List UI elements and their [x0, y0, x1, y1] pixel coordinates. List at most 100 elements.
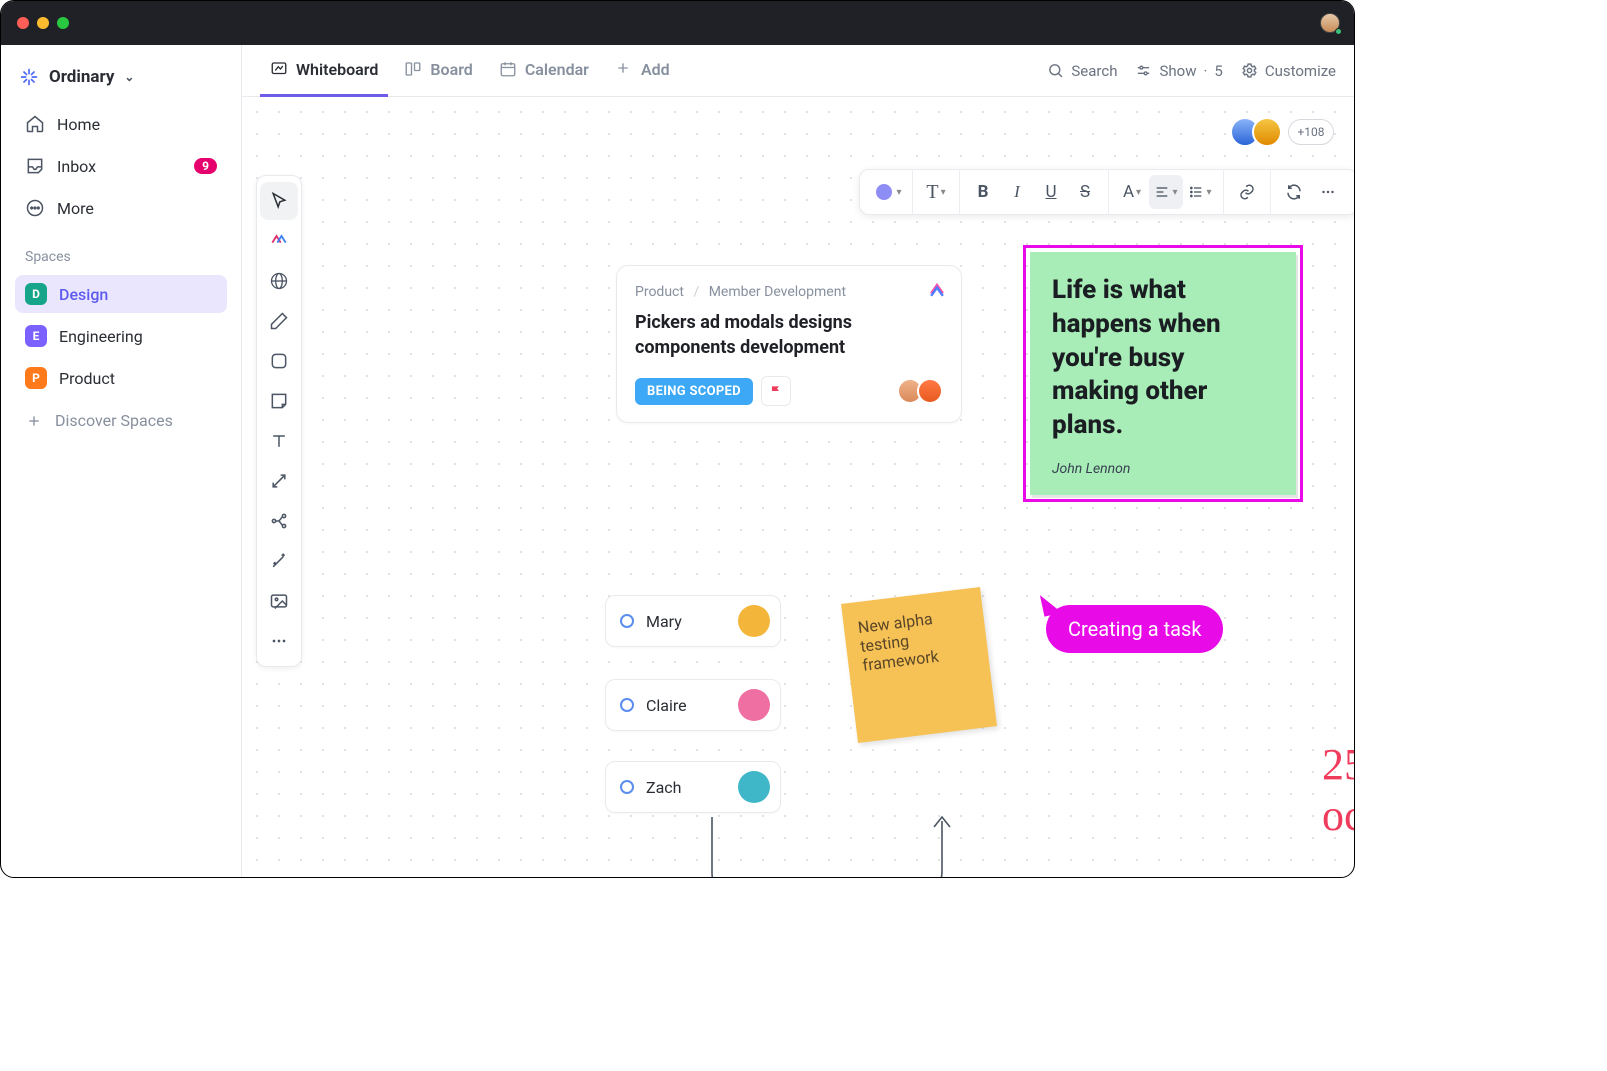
discover-spaces[interactable]: Discover Spaces — [15, 401, 227, 440]
tool-ai[interactable] — [260, 222, 298, 260]
tool-image[interactable] — [260, 582, 298, 620]
person-avatar — [738, 689, 770, 721]
format-sync[interactable] — [1277, 175, 1311, 209]
space-label: Design — [59, 285, 108, 304]
customize-button[interactable]: Customize — [1241, 62, 1336, 80]
person-card[interactable]: Mary — [605, 595, 781, 647]
task-assignees[interactable] — [903, 378, 943, 404]
tool-text[interactable] — [260, 422, 298, 460]
plus-icon — [615, 60, 633, 78]
radio-icon[interactable] — [620, 614, 634, 628]
gear-icon — [1241, 62, 1258, 79]
chevron-down-icon: ▾ — [1206, 187, 1211, 198]
format-color[interactable]: ▾ — [872, 175, 906, 209]
maximize-window-icon[interactable] — [57, 17, 69, 29]
search-icon — [1047, 62, 1064, 79]
whiteboard-icon — [270, 60, 288, 78]
format-toolbar: ▾ T▾ B I U S A▾ ▾ ▾ — [859, 169, 1354, 215]
tab-label: Add — [641, 60, 670, 79]
format-more[interactable] — [1311, 175, 1345, 209]
tool-connector[interactable] — [260, 462, 298, 500]
tool-select[interactable] — [260, 182, 298, 220]
format-text-style[interactable]: T▾ — [919, 175, 953, 209]
minimize-window-icon[interactable] — [37, 17, 49, 29]
nav-home[interactable]: Home — [15, 105, 227, 143]
format-underline[interactable]: U — [1034, 175, 1068, 209]
format-text-color[interactable]: A▾ — [1115, 175, 1149, 209]
tool-magic[interactable] — [260, 542, 298, 580]
person-card[interactable]: Claire — [605, 679, 781, 731]
tool-more[interactable] — [260, 622, 298, 660]
task-flag-button[interactable] — [761, 376, 791, 406]
presence-stack[interactable]: +108 — [1238, 117, 1334, 147]
quote-sticky[interactable]: Life is what happens when you're busy ma… — [1023, 245, 1303, 502]
plus-icon — [25, 412, 43, 430]
tool-shape[interactable] — [260, 342, 298, 380]
person-name: Claire — [646, 696, 726, 715]
breadcrumb-item[interactable]: Product — [635, 284, 684, 300]
show-label: Show — [1159, 62, 1196, 80]
nav-inbox-label: Inbox — [57, 157, 96, 176]
calendar-icon — [499, 60, 517, 78]
clickup-logo-icon — [927, 280, 947, 300]
format-italic[interactable]: I — [1000, 175, 1034, 209]
traffic-lights — [17, 17, 69, 29]
color-dot-icon — [876, 184, 892, 200]
quote-text: Life is what happens when you're busy ma… — [1052, 274, 1274, 443]
workspace-switcher[interactable]: Ordinary ⌄ — [15, 63, 227, 101]
whiteboard-canvas[interactable]: +108 — [242, 97, 1354, 877]
tool-pen[interactable] — [260, 302, 298, 340]
task-card[interactable]: Product / Member Development Pickers ad … — [616, 265, 962, 423]
person-card[interactable]: Zach — [605, 761, 781, 813]
tool-sticky[interactable] — [260, 382, 298, 420]
show-sep: · — [1203, 62, 1207, 80]
discover-label: Discover Spaces — [55, 411, 173, 430]
task-status-pill[interactable]: BEING SCOPED — [635, 378, 753, 405]
space-product[interactable]: P Product — [15, 359, 227, 397]
customize-label: Customize — [1265, 62, 1336, 80]
person-avatar — [738, 605, 770, 637]
person-name: Mary — [646, 612, 726, 631]
nav-home-label: Home — [57, 115, 100, 134]
space-badge-icon: D — [25, 283, 47, 305]
format-align[interactable]: ▾ — [1149, 175, 1183, 209]
tab-label: Board — [430, 60, 472, 79]
tool-web[interactable] — [260, 262, 298, 300]
format-strike[interactable]: S — [1068, 175, 1102, 209]
tab-whiteboard[interactable]: Whiteboard — [260, 45, 388, 97]
hand-drawn-date: 25 oct — [1322, 739, 1354, 841]
space-design[interactable]: D Design — [15, 275, 227, 313]
assignee-avatar[interactable] — [917, 378, 943, 404]
tab-calendar[interactable]: Calendar — [489, 45, 599, 97]
space-badge-icon: E — [25, 325, 47, 347]
breadcrumb-item[interactable]: Member Development — [709, 284, 846, 300]
format-bold[interactable]: B — [966, 175, 1000, 209]
format-link[interactable] — [1230, 175, 1264, 209]
tab-board[interactable]: Board — [394, 45, 482, 97]
radio-icon[interactable] — [620, 780, 634, 794]
format-list[interactable]: ▾ — [1183, 175, 1217, 209]
search-label: Search — [1071, 62, 1117, 80]
presence-more-button[interactable]: +108 — [1288, 119, 1334, 145]
tool-dock — [256, 175, 302, 667]
tool-mindmap[interactable] — [260, 502, 298, 540]
home-icon — [25, 114, 45, 134]
spaces-section-label: Spaces — [15, 231, 227, 271]
nav-inbox[interactable]: Inbox 9 — [15, 147, 227, 185]
space-label: Engineering — [59, 327, 143, 346]
search-button[interactable]: Search — [1047, 62, 1117, 80]
radio-icon[interactable] — [620, 698, 634, 712]
user-avatar[interactable] — [1252, 117, 1282, 147]
view-tabs: Whiteboard Board Calendar Add — [242, 45, 1354, 97]
nav-more[interactable]: More — [15, 189, 227, 227]
space-engineering[interactable]: E Engineering — [15, 317, 227, 355]
tab-add-view[interactable]: Add — [605, 45, 680, 97]
close-window-icon[interactable] — [17, 17, 29, 29]
person-name: Zach — [646, 778, 726, 797]
sticky-note[interactable]: New alpha testing framework — [841, 587, 997, 743]
chevron-down-icon: ▾ — [1172, 187, 1177, 198]
show-button[interactable]: Show · 5 — [1135, 62, 1222, 80]
main: Whiteboard Board Calendar Add — [242, 45, 1354, 877]
more-icon — [25, 198, 45, 218]
connector-line — [702, 813, 962, 877]
